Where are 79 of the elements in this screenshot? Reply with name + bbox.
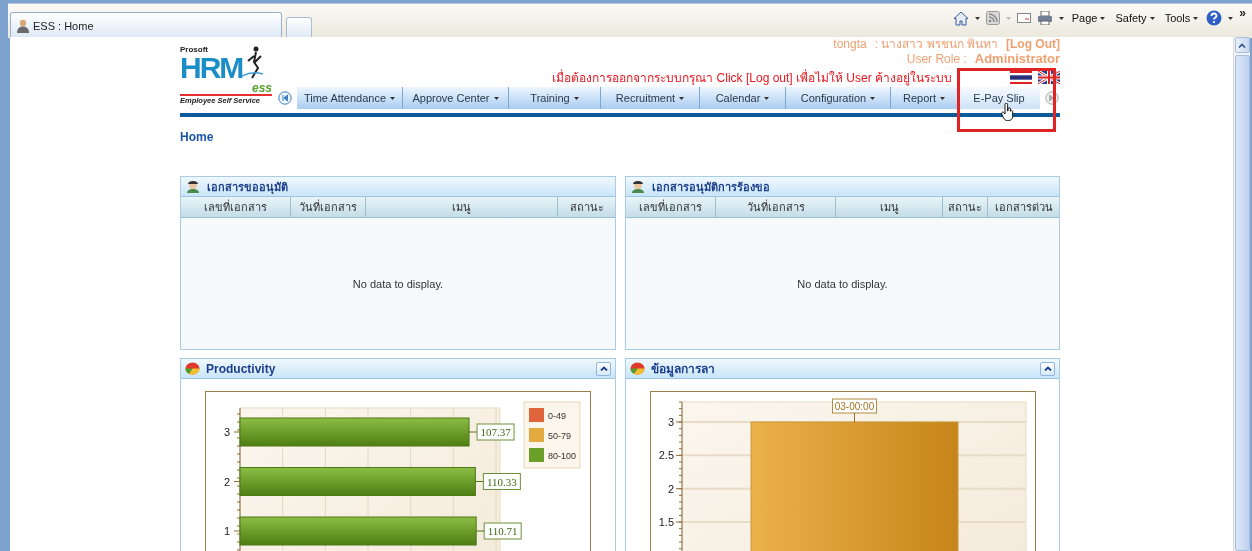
panel-title: เอกสารขออนุมัติ [207, 179, 288, 196]
caret-icon [1058, 16, 1064, 20]
data-label: 03-00:00 [831, 398, 877, 423]
printer-icon[interactable] [1036, 11, 1053, 25]
column-header[interactable]: เลขที่เอกสาร [626, 197, 716, 217]
column-header[interactable]: เมนู [836, 197, 943, 217]
pie-chart-icon [630, 362, 645, 375]
nav-menu-item[interactable]: Configuration [786, 87, 891, 109]
toolbar-menu[interactable]: Safety [1113, 12, 1157, 24]
person-icon [185, 180, 201, 193]
hand-cursor-icon [1001, 103, 1015, 121]
empty-message: No data to display. [352, 277, 444, 290]
toolbar-menu[interactable]: Page [1069, 12, 1108, 24]
collapse-button[interactable] [1040, 361, 1055, 376]
feed-icon[interactable] [985, 11, 1000, 25]
user-icon [17, 18, 29, 33]
nav-menu-item[interactable]: Training [509, 87, 601, 109]
caret-icon [1005, 16, 1011, 20]
column-header[interactable]: วันที่เอกสาร [291, 197, 366, 217]
collapse-button[interactable] [596, 361, 611, 376]
overflow-chevron[interactable]: » [1239, 6, 1246, 20]
person-icon [630, 180, 646, 193]
caret-icon [1228, 16, 1234, 20]
chevron-up-icon [599, 366, 608, 371]
legend-label: 0-49 [548, 411, 566, 421]
pie-chart-icon [185, 362, 200, 375]
breadcrumb[interactable]: Home [180, 130, 1060, 150]
figure-icon [242, 46, 265, 80]
scroll-up-button[interactable] [1234, 37, 1250, 53]
caret-icon [974, 16, 980, 20]
panel-title: Productivity [206, 361, 276, 376]
data-label: 107.37 [480, 426, 512, 438]
toolbar-menu[interactable]: Tools [1162, 12, 1201, 24]
column-header[interactable]: เอกสารด่วน [988, 197, 1059, 217]
nav-menu-item[interactable]: Approve Center [403, 87, 509, 109]
user-id: tongta [833, 37, 867, 51]
axis-label: 2 [223, 475, 230, 488]
data-label: 107.37 [468, 423, 515, 441]
scroll-right-icon[interactable] [1045, 91, 1059, 105]
data-label: 110.71 [487, 525, 518, 537]
tab-title: ESS : Home [33, 19, 94, 32]
help-icon[interactable] [1206, 10, 1223, 26]
panel-title: ข้อมูลการลา [651, 361, 715, 378]
chevron-up-icon [1043, 366, 1052, 371]
data-label: 110.71 [475, 522, 522, 540]
axis-label: 2.5 [658, 449, 674, 462]
nav-menu-item[interactable]: Time Attendance [297, 87, 403, 109]
nav-menu-item[interactable]: Recruitment [601, 87, 700, 109]
logo-wordmark: HRM [180, 53, 243, 83]
column-header[interactable]: เมนู [366, 197, 558, 217]
nav-menu-item[interactable]: E-Pay Slip [958, 87, 1040, 109]
panel-title: เอกสารอนุมัติการร้องขอ [652, 179, 770, 196]
column-header[interactable]: เลขที่เอกสาร [181, 197, 291, 217]
logo-suffix: ess [251, 83, 272, 94]
nav-menu-item[interactable]: Calendar [700, 87, 786, 109]
data-label: 110.33 [486, 475, 518, 488]
role-label: User Role : [906, 52, 967, 66]
column-header[interactable]: วันที่เอกสาร [716, 197, 836, 217]
legend-label: 80-100 [548, 451, 577, 461]
column-header[interactable]: สถานะ [558, 197, 615, 217]
scroll-left-icon[interactable] [278, 91, 292, 105]
axis-label: 3 [667, 416, 674, 428]
empty-message: No data to display. [797, 277, 888, 290]
browser-tab[interactable]: ESS : Home [10, 12, 282, 38]
home-icon[interactable] [952, 10, 969, 26]
nav-menu-item[interactable]: Report [891, 87, 958, 109]
user-name: : นางสาว พรชนก พินทา [874, 37, 998, 51]
legend-label: 50-79 [548, 431, 572, 441]
brand-name: Prosoft [180, 45, 209, 54]
axis-label: 2 [667, 482, 674, 495]
axis-label: 1 [223, 525, 230, 537]
column-header[interactable]: สถานะ [943, 197, 988, 217]
data-label: 03-00:00 [834, 401, 875, 413]
user-role: Administrator [974, 52, 1060, 66]
mail-icon[interactable] [1016, 13, 1031, 23]
axis-label: 1.5 [658, 516, 674, 529]
data-label: 110.33 [474, 473, 521, 490]
logout-notice: เมื่อต้องการออกจากระบบกรุณา Click [Log out] เพื่อไม่ให้ User ค้างอยู่ในระบบ [552, 68, 952, 87]
axis-label: 3 [223, 426, 230, 438]
